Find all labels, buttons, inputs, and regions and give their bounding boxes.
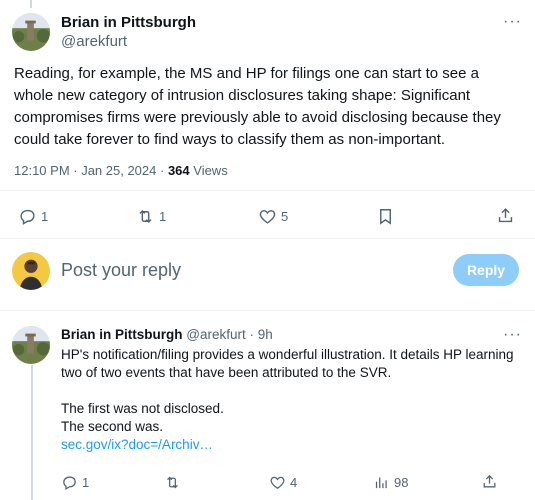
like-count: 4 (290, 475, 298, 490)
views-label: Views (189, 163, 228, 178)
reply-icon (20, 209, 35, 225)
views-count: 364 (167, 163, 190, 178)
share-icon (498, 208, 513, 223)
reply-button[interactable]: Reply (453, 254, 519, 286)
share-action[interactable] (481, 473, 498, 490)
heart-icon (259, 210, 276, 224)
retweet-icon (167, 476, 178, 489)
like-action[interactable]: 4 (269, 474, 297, 491)
thread-connector (31, 365, 33, 500)
reply-link[interactable]: sec.gov/ix?doc=/Archiv… (61, 436, 516, 454)
tweet-timestamp[interactable]: 12:10 PM · Jan 25, 2024 · (14, 163, 168, 178)
divider (0, 310, 535, 311)
reply-text: HP's notification/filing provides a wond… (61, 346, 516, 454)
tweet-text: Reading, for example, the MS and HP for … (14, 65, 501, 148)
bookmark-action[interactable] (376, 207, 395, 226)
tweet-meta: 12:10 PM · Jan 25, 2024 · 364 Views (14, 163, 228, 178)
retweet-action[interactable] (164, 474, 185, 491)
thread-connector-top (30, 0, 32, 8)
retweet-icon (139, 209, 152, 224)
analytics-icon (375, 477, 387, 489)
like-action[interactable]: 5 (258, 207, 288, 226)
post-time[interactable]: · 9h (250, 327, 273, 342)
reply-action[interactable]: 1 (61, 474, 89, 491)
author-handle[interactable]: @arekfurt (186, 327, 245, 342)
reply-action[interactable]: 1 (18, 207, 48, 226)
views-action[interactable]: 98 (373, 474, 408, 491)
user-avatar[interactable] (12, 252, 50, 290)
bookmark-icon (380, 209, 391, 225)
reply-count: 1 (82, 475, 90, 490)
divider (0, 238, 535, 239)
heart-icon (270, 476, 285, 489)
share-action[interactable] (496, 206, 515, 225)
more-options-icon[interactable]: ··· (503, 327, 522, 343)
reply-input[interactable]: Post your reply (61, 260, 181, 281)
author-avatar[interactable] (12, 326, 50, 364)
author-name[interactable]: Brian in Pittsburgh (61, 327, 183, 342)
views-count: 98 (394, 475, 409, 490)
reply-line: The first was not disclosed. (61, 401, 224, 416)
reply-paragraph: HP's notification/filing provides a wond… (61, 347, 514, 380)
more-options-icon[interactable]: ··· (503, 14, 522, 30)
author-name[interactable]: Brian in Pittsburgh (61, 14, 196, 31)
reply-line: The second was. (61, 419, 164, 434)
retweet-count: 1 (159, 209, 167, 224)
like-count: 5 (281, 209, 289, 224)
reply-count: 1 (41, 209, 49, 224)
retweet-action[interactable]: 1 (136, 207, 166, 226)
share-icon (483, 474, 496, 488)
reply-icon (63, 476, 76, 491)
divider (0, 190, 535, 191)
author-handle[interactable]: @arekfurt (61, 33, 127, 50)
reply-header: Brian in Pittsburgh @arekfurt · 9h (61, 327, 273, 342)
author-avatar[interactable] (12, 13, 50, 51)
